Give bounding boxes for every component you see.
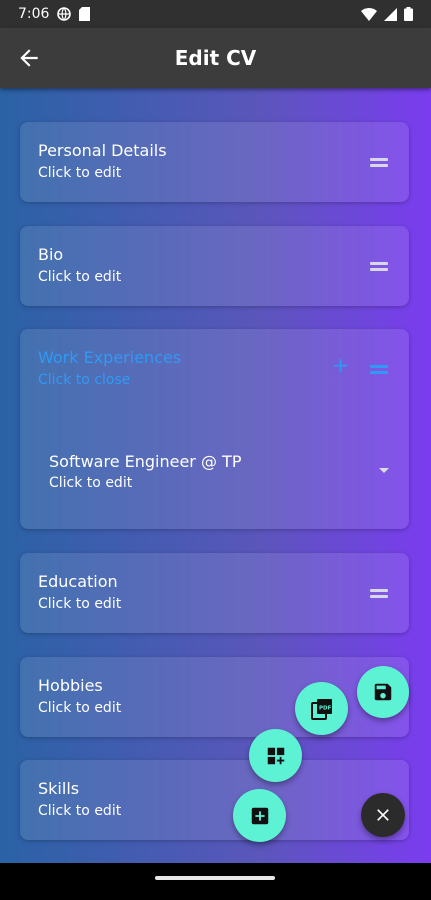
experience-subtitle: Click to edit xyxy=(49,475,133,491)
section-subtitle: Click to close xyxy=(38,372,131,388)
sim-card-icon xyxy=(79,7,91,21)
export-pdf-button[interactable]: PDF xyxy=(295,682,348,735)
add-section-button[interactable] xyxy=(249,729,302,782)
drag-handle-icon[interactable] xyxy=(370,158,388,168)
experience-item[interactable]: Software Engineer @ TP Click to edit xyxy=(49,452,389,502)
section-subtitle: Click to edit xyxy=(38,803,122,819)
content-area: Personal Details Click to edit Bio Click… xyxy=(0,88,431,863)
section-bio[interactable]: Bio Click to edit xyxy=(20,226,409,306)
section-work-experiences[interactable]: Work Experiences Click to close + Softwa… xyxy=(20,329,409,529)
wifi-icon xyxy=(361,7,377,21)
section-title: Education xyxy=(38,572,118,591)
add-box-icon xyxy=(251,807,268,824)
status-time: 7:06 xyxy=(18,6,50,22)
section-subtitle: Click to edit xyxy=(38,269,122,285)
drag-handle-icon[interactable] xyxy=(370,262,388,272)
pdf-icon: PDF xyxy=(310,698,332,720)
vpn-globe-icon xyxy=(57,7,72,21)
svg-text:PDF: PDF xyxy=(319,705,332,711)
close-icon xyxy=(377,809,389,821)
signal-icon xyxy=(384,7,397,21)
back-arrow-icon[interactable] xyxy=(16,45,42,71)
chevron-down-icon[interactable] xyxy=(379,468,389,473)
drag-handle-icon[interactable] xyxy=(370,365,388,375)
section-title: Hobbies xyxy=(38,676,103,695)
drag-handle-icon[interactable] xyxy=(370,589,388,599)
add-item-button[interactable] xyxy=(233,789,286,842)
section-subtitle: Click to edit xyxy=(38,700,122,716)
section-subtitle: Click to edit xyxy=(38,596,122,612)
section-skills[interactable]: Skills Click to edit xyxy=(20,760,409,840)
close-menu-button[interactable] xyxy=(361,793,405,837)
section-title: Personal Details xyxy=(38,141,167,160)
section-title: Skills xyxy=(38,779,80,798)
home-gesture-handle[interactable] xyxy=(155,876,275,880)
battery-icon xyxy=(404,7,413,21)
status-bar: 7:06 xyxy=(0,0,431,28)
app-bar: Edit CV xyxy=(0,28,431,88)
save-button[interactable] xyxy=(357,666,409,718)
section-education[interactable]: Education Click to edit xyxy=(20,553,409,633)
section-title: Work Experiences xyxy=(38,348,182,367)
save-icon xyxy=(374,683,392,701)
section-hobbies[interactable]: Hobbies Click to edit xyxy=(20,657,409,737)
system-nav-bar xyxy=(0,863,431,900)
add-experience-button[interactable]: + xyxy=(332,355,349,375)
section-personal-details[interactable]: Personal Details Click to edit xyxy=(20,122,409,202)
experience-title: Software Engineer @ TP xyxy=(49,452,242,471)
dashboard-add-icon xyxy=(267,747,284,764)
section-title: Bio xyxy=(38,245,64,264)
page-title: Edit CV xyxy=(174,46,257,70)
section-subtitle: Click to edit xyxy=(38,165,122,181)
